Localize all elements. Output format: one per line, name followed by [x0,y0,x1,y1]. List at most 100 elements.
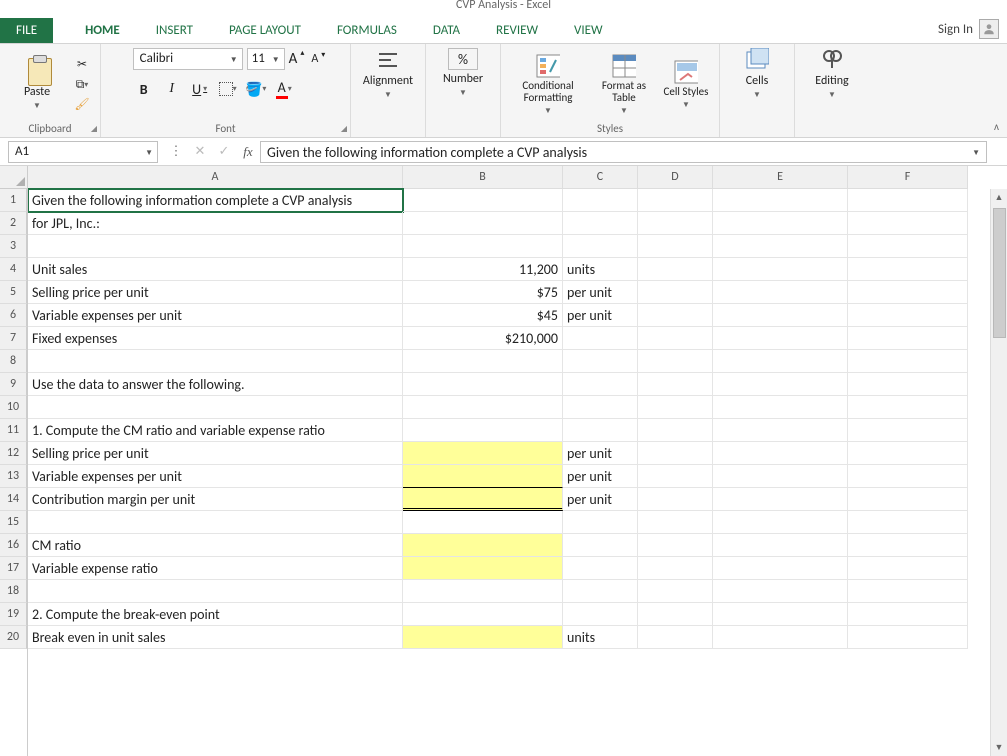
cell-D12[interactable] [638,442,713,465]
cell-E18[interactable] [713,580,848,603]
cell-C19[interactable] [563,603,638,626]
cell-A6[interactable]: Variable expenses per unit [28,304,403,327]
cell-E6[interactable] [713,304,848,327]
cell-E16[interactable] [713,534,848,557]
cell-A7[interactable]: Fixed expenses [28,327,403,350]
row-header[interactable]: 14 [0,488,27,511]
cell-D14[interactable] [638,488,713,511]
cell-F14[interactable] [848,488,968,511]
tab-page-layout[interactable]: PAGE LAYOUT [211,18,319,43]
cell-A14[interactable]: Contribution margin per unit [28,488,403,511]
cell-F20[interactable] [848,626,968,649]
select-all-button[interactable] [0,166,27,189]
increase-font-button[interactable]: A▴ [289,50,298,68]
cell-B13[interactable] [403,465,563,488]
row-header[interactable]: 3 [0,235,27,258]
cell-E5[interactable] [713,281,848,304]
cell-B2[interactable] [403,212,563,235]
cell-E14[interactable] [713,488,848,511]
cell-C17[interactable] [563,557,638,580]
cell-E8[interactable] [713,350,848,373]
cancel-button[interactable]: ✕ [188,141,212,163]
cell-C8[interactable] [563,350,638,373]
row-header[interactable]: 1 [0,189,27,212]
cell-C9[interactable] [563,373,638,396]
tab-file[interactable]: FILE [0,18,53,43]
cell-F11[interactable] [848,419,968,442]
cell-A19[interactable]: 2. Compute the break-even point [28,603,403,626]
cell-F3[interactable] [848,235,968,258]
cell-F19[interactable] [848,603,968,626]
cell-E11[interactable] [713,419,848,442]
conditional-formatting-button[interactable]: Conditional Formatting▼ [509,54,587,116]
format-painter-button[interactable]: 🖌 [72,97,92,113]
cell-F8[interactable] [848,350,968,373]
cell-D8[interactable] [638,350,713,373]
cell-C18[interactable] [563,580,638,603]
cell-A9[interactable]: Use the data to answer the following. [28,373,403,396]
cell-B16[interactable] [403,534,563,557]
cell-A13[interactable]: Variable expenses per unit [28,465,403,488]
dialog-launcher-icon[interactable]: ◢ [91,124,97,134]
font-color-button[interactable]: A▾ [273,78,295,100]
cell-C12[interactable]: per unit [563,442,638,465]
cell-B11[interactable] [403,419,563,442]
cell-D4[interactable] [638,258,713,281]
name-box[interactable]: A1▼ [8,141,158,163]
cell-E17[interactable] [713,557,848,580]
cell-D7[interactable] [638,327,713,350]
cell-D20[interactable] [638,626,713,649]
cell-D17[interactable] [638,557,713,580]
cell-E4[interactable] [713,258,848,281]
cell-B14[interactable] [403,488,563,511]
row-header[interactable]: 11 [0,419,27,442]
cell-A5[interactable]: Selling price per unit [28,281,403,304]
cell-D6[interactable] [638,304,713,327]
cell-A2[interactable]: for JPL, Inc.: [28,212,403,235]
cell-C15[interactable] [563,511,638,534]
cell-B4[interactable]: 11,200 [403,258,563,281]
tab-formulas[interactable]: FORMULAS [319,18,415,43]
cut-button[interactable]: ✂ [72,57,92,73]
cell-F18[interactable] [848,580,968,603]
cell-F2[interactable] [848,212,968,235]
row-header[interactable]: 4 [0,258,27,281]
row-header[interactable]: 17 [0,557,27,580]
cell-B20[interactable] [403,626,563,649]
col-header-D[interactable]: D [638,166,713,189]
cell-D1[interactable] [638,189,713,212]
row-header[interactable]: 2 [0,212,27,235]
cell-D9[interactable] [638,373,713,396]
row-header[interactable]: 15 [0,511,27,534]
col-header-C[interactable]: C [563,166,638,189]
cell-D13[interactable] [638,465,713,488]
cell-E19[interactable] [713,603,848,626]
cell-B18[interactable] [403,580,563,603]
cell-B8[interactable] [403,350,563,373]
cell-C20[interactable]: units [563,626,638,649]
cell-styles-button[interactable]: Cell Styles▼ [661,60,711,110]
tab-home[interactable]: HOME [67,18,138,43]
cell-F6[interactable] [848,304,968,327]
font-size-select[interactable]: 11▼ [247,48,285,70]
cell-E9[interactable] [713,373,848,396]
tab-review[interactable]: REVIEW [478,18,556,43]
handle-icon[interactable]: ⋮ [164,141,188,163]
row-header[interactable]: 8 [0,350,27,373]
editing-button[interactable]: Editing▼ [803,48,861,100]
scroll-down-button[interactable]: ▼ [991,739,1007,756]
row-header[interactable]: 19 [0,603,27,626]
scroll-up-button[interactable]: ▲ [991,189,1007,206]
cell-C7[interactable] [563,327,638,350]
cell-C4[interactable]: units [563,258,638,281]
cell-A8[interactable] [28,350,403,373]
scroll-thumb[interactable] [993,208,1006,338]
font-name-select[interactable]: Calibri▼ [133,48,243,70]
cell-F10[interactable] [848,396,968,419]
cell-B6[interactable]: $45 [403,304,563,327]
col-header-B[interactable]: B [403,166,563,189]
alignment-button[interactable]: Alignment▼ [359,48,417,100]
row-header[interactable]: 6 [0,304,27,327]
cell-C13[interactable]: per unit [563,465,638,488]
cell-D3[interactable] [638,235,713,258]
